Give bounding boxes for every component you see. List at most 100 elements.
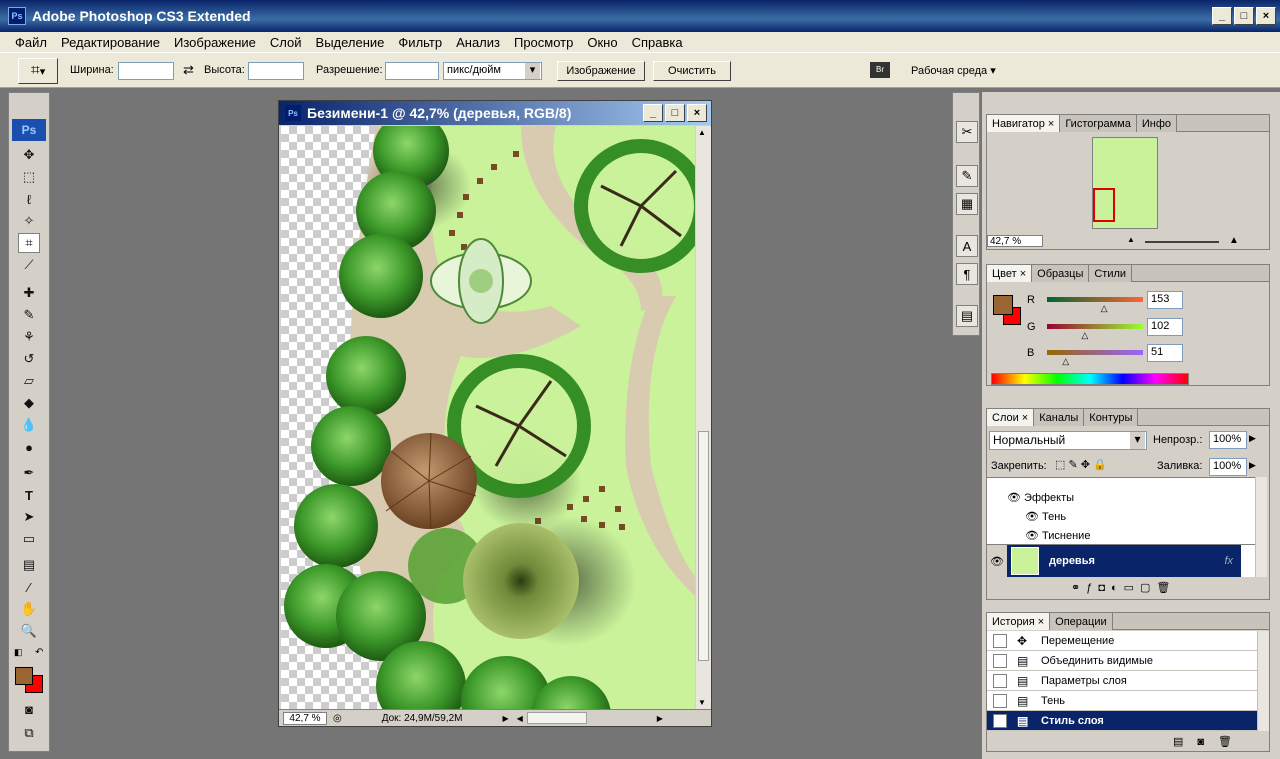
- lasso-tool-icon[interactable]: ℓ: [18, 189, 40, 209]
- menu-view[interactable]: Просмотр: [507, 35, 580, 50]
- doc-maximize-button[interactable]: □: [665, 104, 685, 122]
- width-input[interactable]: [118, 62, 174, 80]
- opacity-arrow-icon[interactable]: ▶: [1249, 433, 1256, 444]
- menu-file[interactable]: Файл: [8, 35, 54, 50]
- doc-close-button[interactable]: ×: [687, 104, 707, 122]
- menu-layer[interactable]: Слой: [263, 35, 309, 50]
- healing-brush-icon[interactable]: ✚: [18, 283, 40, 303]
- units-select[interactable]: пикс/дюйм ▾: [443, 62, 542, 80]
- navigator-zoom-slider[interactable]: [1145, 241, 1219, 243]
- marquee-tool-icon[interactable]: ⬚: [18, 167, 40, 187]
- character-icon[interactable]: A: [956, 235, 978, 257]
- tab-color[interactable]: Цвет ×: [987, 265, 1033, 282]
- bridge-icon[interactable]: Br: [870, 62, 890, 78]
- quick-mask-icon[interactable]: ◙: [18, 699, 40, 719]
- history-item[interactable]: ▤ Параметры слоя: [987, 671, 1257, 691]
- eye-icon[interactable]: 👁: [1025, 529, 1039, 542]
- document-vertical-scrollbar[interactable]: ▲ ▼: [696, 126, 711, 709]
- history-footer-icons[interactable]: ▤◙🗑: [1173, 735, 1246, 748]
- magic-wand-tool-icon[interactable]: ✧: [18, 211, 40, 231]
- swap-colors-icon[interactable]: ↶: [35, 647, 43, 658]
- notes-tool-icon[interactable]: ▤: [18, 555, 40, 575]
- history-item-current[interactable]: ▤ Стиль слоя: [987, 711, 1257, 731]
- zoom-tool-icon[interactable]: 🔍: [18, 621, 40, 641]
- layers-scrollbar[interactable]: [1255, 477, 1267, 577]
- tools-preset-icon[interactable]: ✂: [956, 121, 978, 143]
- tab-layers[interactable]: Слои ×: [987, 409, 1035, 426]
- menu-window[interactable]: Окно: [580, 35, 624, 50]
- blur-tool-icon[interactable]: 💧: [18, 415, 40, 435]
- brushes-icon[interactable]: ✎: [956, 165, 978, 187]
- color-ramp[interactable]: [991, 373, 1189, 385]
- status-menu-icon[interactable]: ◎: [333, 713, 342, 724]
- layers-footer-icons[interactable]: ⚭ƒ◘◐▭▢🗑: [1071, 581, 1176, 594]
- eyedropper-icon[interactable]: ⁄: [18, 577, 40, 597]
- opacity-input[interactable]: 100%: [1209, 431, 1247, 449]
- maximize-button[interactable]: □: [1234, 7, 1254, 25]
- r-slider[interactable]: [1047, 297, 1143, 302]
- tab-history[interactable]: История ×: [987, 613, 1051, 630]
- b-slider[interactable]: [1047, 350, 1143, 355]
- fill-arrow-icon[interactable]: ▶: [1249, 460, 1256, 471]
- layer-effects-row[interactable]: 👁 Эффекты: [1007, 488, 1257, 507]
- zoom-in-icon[interactable]: ▲: [1229, 235, 1239, 246]
- g-slider[interactable]: [1047, 324, 1143, 329]
- swap-icon[interactable]: ⇄: [183, 62, 194, 78]
- b-slider-marker[interactable]: △: [1062, 356, 1069, 367]
- tab-navigator[interactable]: Навигатор ×: [987, 115, 1061, 132]
- brush-tool-icon[interactable]: ✎: [18, 305, 40, 325]
- crop-tool-icon[interactable]: ⌗: [18, 233, 40, 253]
- b-value-input[interactable]: 51: [1147, 344, 1183, 362]
- menu-filter[interactable]: Фильтр: [391, 35, 449, 50]
- effect-emboss-row[interactable]: 👁 Тиснение: [1025, 526, 1275, 545]
- menu-edit[interactable]: Редактирование: [54, 35, 167, 50]
- g-slider-marker[interactable]: △: [1081, 330, 1088, 341]
- dodge-tool-icon[interactable]: ●: [18, 437, 40, 457]
- workspace-menu[interactable]: Рабочая среда ▾: [911, 64, 996, 77]
- minimize-button[interactable]: _: [1212, 7, 1232, 25]
- front-image-button[interactable]: Изображение: [557, 61, 645, 81]
- fill-input[interactable]: 100%: [1209, 458, 1247, 476]
- move-tool-icon[interactable]: ✥: [18, 145, 40, 165]
- hand-tool-icon[interactable]: ✋: [18, 599, 40, 619]
- shape-tool-icon[interactable]: ▭: [18, 529, 40, 549]
- r-slider-marker[interactable]: △: [1101, 303, 1108, 314]
- tool-preset-picker[interactable]: ⌗ ▾: [18, 58, 58, 84]
- close-button[interactable]: ×: [1256, 7, 1276, 25]
- pen-tool-icon[interactable]: ✒: [18, 463, 40, 483]
- menu-help[interactable]: Справка: [625, 35, 690, 50]
- foreground-color-swatch[interactable]: [15, 667, 33, 685]
- color-fg-swatch[interactable]: [993, 295, 1013, 315]
- clone-stamp-icon[interactable]: ⚘: [18, 327, 40, 347]
- paragraph-icon[interactable]: ¶: [956, 263, 978, 285]
- tab-channels[interactable]: Каналы: [1034, 409, 1085, 426]
- blend-mode-select[interactable]: Нормальный ▾: [989, 431, 1147, 450]
- status-arrow-icon[interactable]: ▶: [502, 714, 508, 723]
- history-scrollbar[interactable]: [1257, 631, 1269, 731]
- lock-icons[interactable]: ⬚ ✎ ✥ 🔒: [1055, 458, 1107, 471]
- tab-actions[interactable]: Операции: [1050, 613, 1113, 630]
- history-item[interactable]: ▤ Тень: [987, 691, 1257, 711]
- slice-tool-icon[interactable]: ⟋: [18, 255, 40, 275]
- zoom-out-icon[interactable]: ▲: [1127, 235, 1135, 244]
- r-value-input[interactable]: 153: [1147, 291, 1183, 309]
- tab-histogram[interactable]: Гистограмма: [1060, 115, 1137, 132]
- tab-swatches[interactable]: Образцы: [1032, 265, 1090, 282]
- navigator-view-box[interactable]: [1093, 188, 1115, 222]
- eye-icon[interactable]: 👁: [1007, 491, 1021, 504]
- type-tool-icon[interactable]: T: [18, 485, 40, 505]
- effect-shadow-row[interactable]: 👁 Тень: [1025, 507, 1275, 526]
- eraser-tool-icon[interactable]: ▱: [18, 371, 40, 391]
- menu-select[interactable]: Выделение: [309, 35, 392, 50]
- screen-mode-icon[interactable]: ⧉: [18, 723, 40, 743]
- path-selection-icon[interactable]: ➤: [18, 507, 40, 527]
- menu-image[interactable]: Изображение: [167, 35, 263, 50]
- image-canvas[interactable]: [281, 126, 695, 709]
- horizontal-scroll-thumb[interactable]: [526, 712, 587, 724]
- paint-bucket-icon[interactable]: ◆: [18, 393, 40, 413]
- layer-visibility-eye-icon[interactable]: 👁: [987, 545, 1007, 577]
- tab-paths[interactable]: Контуры: [1084, 409, 1139, 426]
- clone-source-icon[interactable]: ▦: [956, 193, 978, 215]
- notes-panel-icon[interactable]: ▤: [956, 305, 978, 327]
- scroll-right-icon[interactable]: ▶: [657, 714, 663, 723]
